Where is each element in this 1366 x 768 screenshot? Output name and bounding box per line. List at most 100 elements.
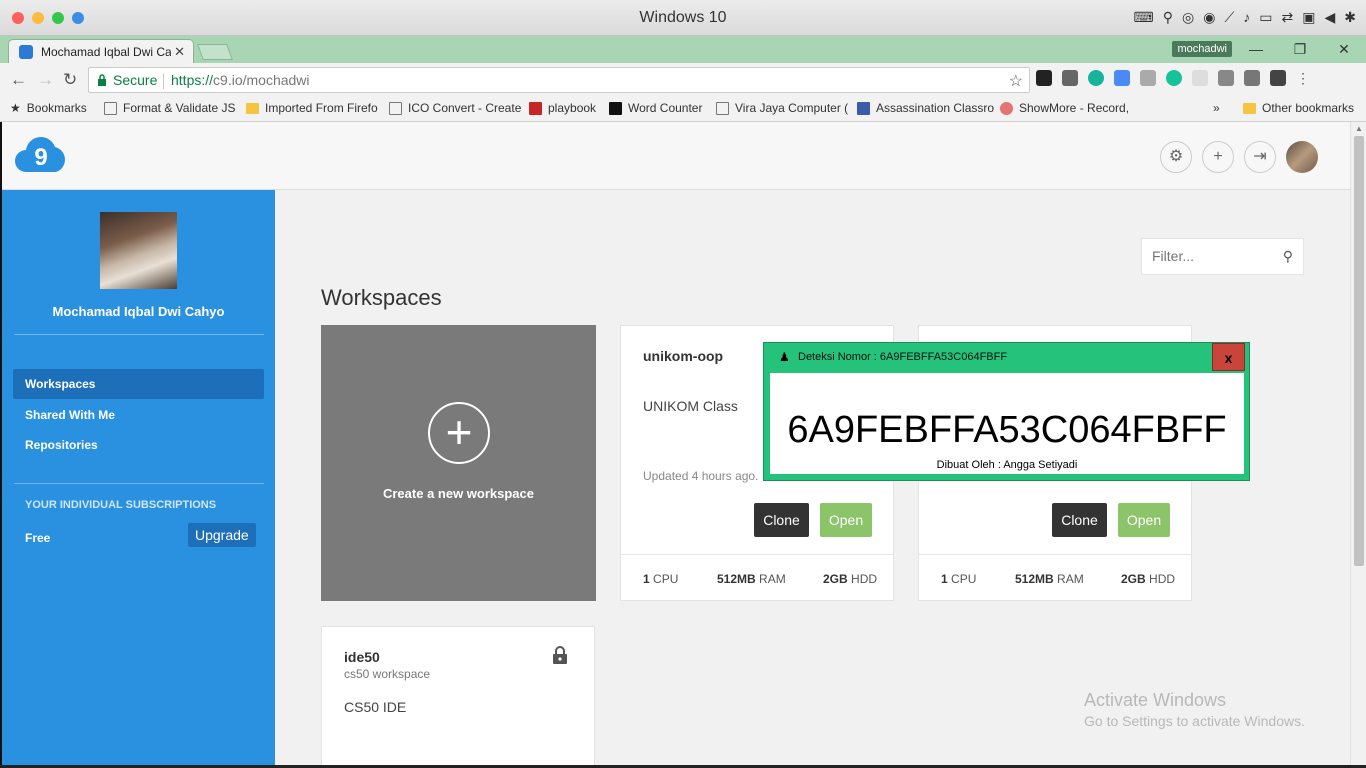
app-icon: ♟ [779,350,790,364]
bookmarks-overflow[interactable]: » [1213,101,1220,115]
restore-button[interactable]: ❐ [1278,36,1322,63]
new-tab-button[interactable] [197,44,233,60]
bookmark-star-icon[interactable]: ☆ [1009,71,1023,91]
extension-m-icon[interactable] [1088,70,1104,86]
extension-icons: ⋮ [1036,70,1312,86]
forward-arrow-icon[interactable]: → [37,70,54,90]
browser-tab[interactable]: Mochamad Iqbal Dwi Ca ✕ [8,39,194,63]
extension-square-icon[interactable] [1218,70,1234,86]
lock-icon [98,74,106,86]
extension-bird-icon[interactable] [1036,70,1052,86]
workspace-name[interactable]: ide50 [344,649,380,665]
workspace-name[interactable]: unikom-oop [643,348,723,364]
filter-input[interactable] [1152,248,1272,264]
spec-cpu: 1 CPU [941,572,977,586]
detection-popup: ♟ Deteksi Nomor : 6A9FEBFFA53C064FBFF x … [763,342,1250,481]
host-title-bar: Windows 10 ⌨ ⚲ ◎ ◉ ⟋ ♪ ▭ ⇄ ▣ ◀ ✱ [0,0,1366,36]
sidebar-item-shared[interactable]: Shared With Me [13,400,264,430]
extension-pocket-icon[interactable] [1062,70,1078,86]
extension-grammarly-icon[interactable] [1166,70,1182,86]
usb-icon[interactable]: ⚲ [1163,9,1173,26]
page-title: Workspaces [321,285,442,310]
clone-button[interactable]: Clone [1052,503,1107,537]
cloud9-logo-icon[interactable]: 9 [14,134,68,174]
popup-title: Deteksi Nomor : 6A9FEBFFA53C064FBFF [798,351,1008,363]
camera-icon[interactable]: ◎ [1182,9,1194,26]
logout-icon[interactable]: ⇥ [1244,141,1276,173]
bookmark-item[interactable]: Imported From Firefo [246,101,378,115]
other-bookmarks[interactable]: Other bookmarks [1243,101,1354,115]
extension-wifi-icon[interactable] [1192,70,1208,86]
minimize-button[interactable]: — [1234,36,1278,63]
bookmark-item[interactable]: ★ Bookmarks [10,101,87,115]
workspace-card[interactable]: ide50 cs50 workspace CS50 IDE [321,626,595,765]
bookmarks-bar: ★ Bookmarks Format & Validate JS Imported… [0,97,1366,122]
display-icon[interactable]: ⟋ [1224,9,1234,26]
add-plus-icon[interactable]: + [1202,141,1234,173]
sidebar-item-workspaces[interactable]: Workspaces [13,369,264,399]
browser-toolbar: ← → ↻ Secure https://c9.io/mochadwi ☆ ⋮ [0,63,1366,97]
upgrade-button[interactable]: Upgrade [188,523,256,547]
popup-close-button[interactable]: x [1212,343,1245,371]
triangle-icon[interactable]: ◀ [1324,9,1335,26]
sidebar-item-repositories[interactable]: Repositories [13,430,264,460]
clone-button[interactable]: Clone [754,503,809,537]
tablet-icon[interactable]: ▭ [1259,9,1272,26]
windows-activation-watermark: Activate Windows Go to Settings to activ… [1084,690,1305,729]
extension-eyedropper-icon[interactable] [1244,70,1260,86]
bookmark-item[interactable]: Format & Validate JS [104,101,236,115]
popup-title-bar[interactable]: ♟ Deteksi Nomor : 6A9FEBFFA53C064FBFF x [764,343,1249,372]
secure-indicator[interactable]: Secure [97,72,157,88]
gear-icon[interactable]: ✱ [1344,9,1356,26]
workspace-description: UNIKOM Class [643,398,738,414]
workspace-subtitle: cs50 workspace [344,667,431,681]
spec-hdd: 2GB HDD [1121,572,1176,586]
tab-close-icon[interactable]: ✕ [174,44,185,60]
detected-number: 6A9FEBFFA53C064FBFF [787,409,1227,451]
bookmark-item[interactable]: Word Counter [609,101,702,115]
screen-icon[interactable]: ◉ [1203,9,1215,26]
window-icon[interactable]: ▣ [1302,9,1315,26]
reload-icon[interactable]: ↻ [63,70,77,90]
tab-strip: Mochamad Iqbal Dwi Ca ✕ mochadwi — ❐ ✕ [0,36,1366,63]
subscriptions-heading: YOUR INDIVIDUAL SUBSCRIPTIONS [25,499,217,511]
bookmark-item[interactable]: ICO Convert - Create [389,101,521,115]
open-button[interactable]: Open [1118,503,1170,537]
extension-shield-icon[interactable] [1140,70,1156,86]
extension-translate-icon[interactable] [1114,70,1130,86]
create-workspace-card[interactable]: + Create a new workspace [321,325,596,601]
folder-icon [246,102,259,114]
popup-body: 6A9FEBFFA53C064FBFF Dibuat Oleh : Angga … [770,373,1244,474]
scroll-up-icon[interactable]: ▲ [1355,124,1363,133]
page-scrollbar[interactable]: ▲ [1350,122,1366,765]
tab-title: Mochamad Iqbal Dwi Ca [41,45,171,59]
profile-badge[interactable]: mochadwi [1172,41,1232,57]
svg-text:9: 9 [34,144,47,171]
plan-label: Free [25,531,51,545]
open-button[interactable]: Open [820,503,872,537]
bookmark-item[interactable]: playbook [529,101,596,115]
spec-cpu: 1 CPU [643,572,679,586]
search-icon[interactable]: ⚲ [1283,248,1293,265]
url-text: https://c9.io/mochadwi [171,72,310,88]
workspace-specs: 1 CPU 512MB RAM 2GB HDD [919,554,1191,601]
keyboard-icon[interactable]: ⌨ [1134,9,1154,26]
close-button[interactable]: ✕ [1322,36,1366,63]
bookmark-item[interactable]: Assassination Classro [857,101,994,115]
create-workspace-label: Create a new workspace [382,486,535,501]
bookmark-item[interactable]: Vira Jaya Computer ( [716,101,848,115]
extension-dots-icon[interactable] [1270,70,1286,86]
user-avatar[interactable] [1286,141,1318,173]
arrows-icon[interactable]: ⇄ [1282,9,1294,26]
filter-box[interactable]: ⚲ [1141,238,1304,275]
address-bar[interactable]: Secure https://c9.io/mochadwi ☆ [88,67,1030,93]
volume-icon[interactable]: ♪ [1243,9,1250,26]
menu-kebab-icon[interactable]: ⋮ [1296,70,1312,86]
back-arrow-icon[interactable]: ← [10,70,27,90]
showmore-icon [1000,101,1013,115]
page-icon [389,101,402,115]
bookmark-item[interactable]: ShowMore - Record, [1000,101,1129,115]
scroll-thumb[interactable] [1354,136,1364,566]
settings-gear-icon[interactable]: ⚙ [1160,141,1192,173]
spec-hdd: 2GB HDD [823,572,878,586]
